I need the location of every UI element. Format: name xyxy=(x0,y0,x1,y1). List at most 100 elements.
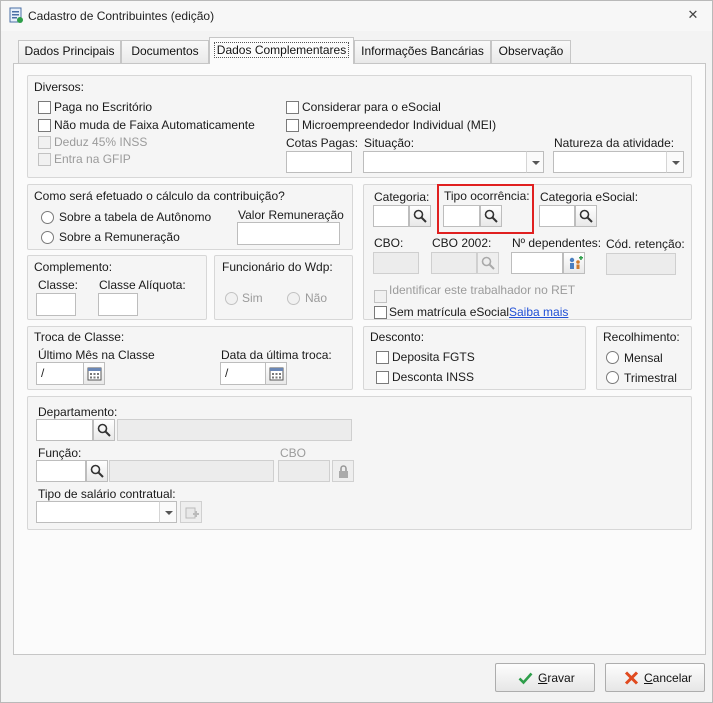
considerar-esocial-label: Considerar para o eSocial xyxy=(302,100,441,114)
situacao-label: Situação: xyxy=(364,136,415,150)
funcao-input[interactable] xyxy=(36,460,86,482)
mensal-label: Mensal xyxy=(624,351,663,365)
tab-informacoes-bancarias[interactable]: Informações Bancárias xyxy=(354,40,491,63)
departamento-input[interactable] xyxy=(36,419,93,441)
ultimo-mes-input[interactable]: / xyxy=(36,362,84,385)
data-ultima-troca-calendar-icon[interactable] xyxy=(265,362,287,385)
departamento-description xyxy=(117,419,352,441)
categoria-esocial-search-icon[interactable] xyxy=(575,205,597,227)
dependentes-family-icon[interactable] xyxy=(563,252,585,274)
deduz-inss-checkbox[interactable] xyxy=(38,136,51,149)
classe-aliquota-input[interactable] xyxy=(98,293,138,316)
tab-dados-principais[interactable]: Dados Principais xyxy=(18,40,121,63)
classe-input[interactable] xyxy=(36,293,76,316)
ultimo-mes-label: Último Mês na Classe xyxy=(38,348,155,362)
cbo2002-input[interactable] xyxy=(431,252,477,274)
valor-remuneracao-label: Valor Remuneração xyxy=(238,208,344,222)
tipo-ocorrencia-search-icon[interactable] xyxy=(480,205,502,227)
title-bar: Cadastro de Contribuintes (edição) ✕ xyxy=(1,1,712,31)
troca-classe-title: Troca de Classe: xyxy=(34,330,125,344)
valor-remuneracao-input[interactable] xyxy=(237,222,340,245)
categoria-esocial-input[interactable] xyxy=(539,205,575,227)
tab-label: Documentos xyxy=(131,44,199,58)
recolhimento-title: Recolhimento: xyxy=(603,330,680,344)
gravar-label: Gravar xyxy=(538,671,575,685)
paga-escritorio-checkbox[interactable] xyxy=(38,101,51,114)
situacao-dropdown-icon[interactable] xyxy=(526,151,544,173)
tipo-salario-select[interactable] xyxy=(36,501,160,523)
cbo-input[interactable] xyxy=(373,252,419,274)
desconta-inss-checkbox[interactable] xyxy=(376,371,389,384)
cbo2002-search-icon[interactable] xyxy=(477,252,499,274)
complemento-title: Complemento: xyxy=(34,260,113,274)
natureza-label: Natureza da atividade: xyxy=(554,136,675,150)
dependentes-input[interactable] xyxy=(511,252,563,274)
calculo-title: Como será efetuado o cálculo da contribu… xyxy=(34,189,285,203)
funcionario-title: Funcionário do Wdp: xyxy=(222,260,333,274)
deposita-fgts-label: Deposita FGTS xyxy=(392,350,475,364)
tipo-ocorrencia-label: Tipo ocorrência: xyxy=(444,189,530,203)
natureza-dropdown-icon[interactable] xyxy=(666,151,684,173)
funcao-description xyxy=(109,460,274,482)
cotas-pagas-input[interactable] xyxy=(286,151,352,173)
check-icon xyxy=(518,672,533,685)
cancel-x-icon xyxy=(624,671,639,685)
sem-matricula-checkbox[interactable] xyxy=(374,306,387,319)
funcionario-nao-radio[interactable] xyxy=(287,292,300,305)
categoria-input[interactable] xyxy=(373,205,409,227)
cod-retencao-input[interactable] xyxy=(606,253,676,275)
identificar-ret-label: Identificar este trabalhador no RET xyxy=(389,283,576,297)
remuneracao-radio[interactable] xyxy=(41,231,54,244)
tipo-ocorrencia-input[interactable] xyxy=(443,205,480,227)
close-icon[interactable]: ✕ xyxy=(686,8,700,22)
trimestral-radio[interactable] xyxy=(606,371,619,384)
autonomo-radio[interactable] xyxy=(41,211,54,224)
cancelar-button[interactable]: Cancelar xyxy=(605,663,705,692)
funcionario-sim-radio[interactable] xyxy=(225,292,238,305)
tab-documentos[interactable]: Documentos xyxy=(121,40,209,63)
funcionario-sim-label: Sim xyxy=(242,291,263,305)
entra-gfip-checkbox[interactable] xyxy=(38,153,51,166)
situacao-select[interactable] xyxy=(363,151,527,173)
mei-label: Microempreendedor Individual (MEI) xyxy=(302,118,497,132)
cotas-pagas-label: Cotas Pagas: xyxy=(286,136,359,150)
data-ultima-troca-input[interactable]: / xyxy=(220,362,266,385)
depto-cbo-input xyxy=(278,460,330,482)
deposita-fgts-checkbox[interactable] xyxy=(376,351,389,364)
cod-retencao-label: Cód. retenção: xyxy=(606,237,685,251)
cbo-label: CBO: xyxy=(374,236,404,250)
tab-label: Informações Bancárias xyxy=(361,44,484,58)
saiba-mais-link[interactable]: Saiba mais xyxy=(509,305,568,319)
mei-checkbox[interactable] xyxy=(286,119,299,132)
tab-label: Observação xyxy=(498,44,564,58)
categoria-label: Categoria: xyxy=(374,190,430,204)
tipo-salario-dropdown-icon[interactable] xyxy=(159,501,177,523)
dependentes-label: Nº dependentes: xyxy=(512,236,602,250)
tab-observacao[interactable]: Observação xyxy=(491,40,571,63)
identificar-ret-checkbox[interactable] xyxy=(374,290,387,303)
dialog-window: Cadastro de Contribuintes (edição) ✕ Dad… xyxy=(0,0,713,703)
gravar-button[interactable]: Gravar xyxy=(495,663,595,692)
trimestral-label: Trimestral xyxy=(624,371,677,385)
cbo-lock-icon[interactable] xyxy=(332,460,354,482)
tipo-salario-label: Tipo de salário contratual: xyxy=(38,487,176,501)
mensal-radio[interactable] xyxy=(606,351,619,364)
cancelar-label: Cancelar xyxy=(644,671,693,685)
tab-dados-complementares[interactable]: Dados Complementares xyxy=(209,37,354,64)
considerar-esocial-checkbox[interactable] xyxy=(286,101,299,114)
ultimo-mes-calendar-icon[interactable] xyxy=(83,362,105,385)
remuneracao-label: Sobre a Remuneração xyxy=(59,230,180,244)
desconta-inss-label: Desconta INSS xyxy=(392,370,475,384)
data-ultima-troca-label: Data da última troca: xyxy=(221,348,332,362)
funcao-search-icon[interactable] xyxy=(86,460,108,482)
classe-aliquota-label: Classe Alíquota: xyxy=(99,278,186,292)
add-tipo-salario-icon[interactable] xyxy=(180,501,202,523)
tab-label: Dados Complementares xyxy=(213,42,350,58)
natureza-select[interactable] xyxy=(553,151,667,173)
categoria-search-icon[interactable] xyxy=(409,205,431,227)
app-icon xyxy=(9,7,23,23)
sem-matricula-label: Sem matrícula eSocial xyxy=(389,305,510,319)
diversos-title: Diversos: xyxy=(34,80,85,94)
departamento-search-icon[interactable] xyxy=(93,419,115,441)
nao-muda-faixa-checkbox[interactable] xyxy=(38,119,51,132)
